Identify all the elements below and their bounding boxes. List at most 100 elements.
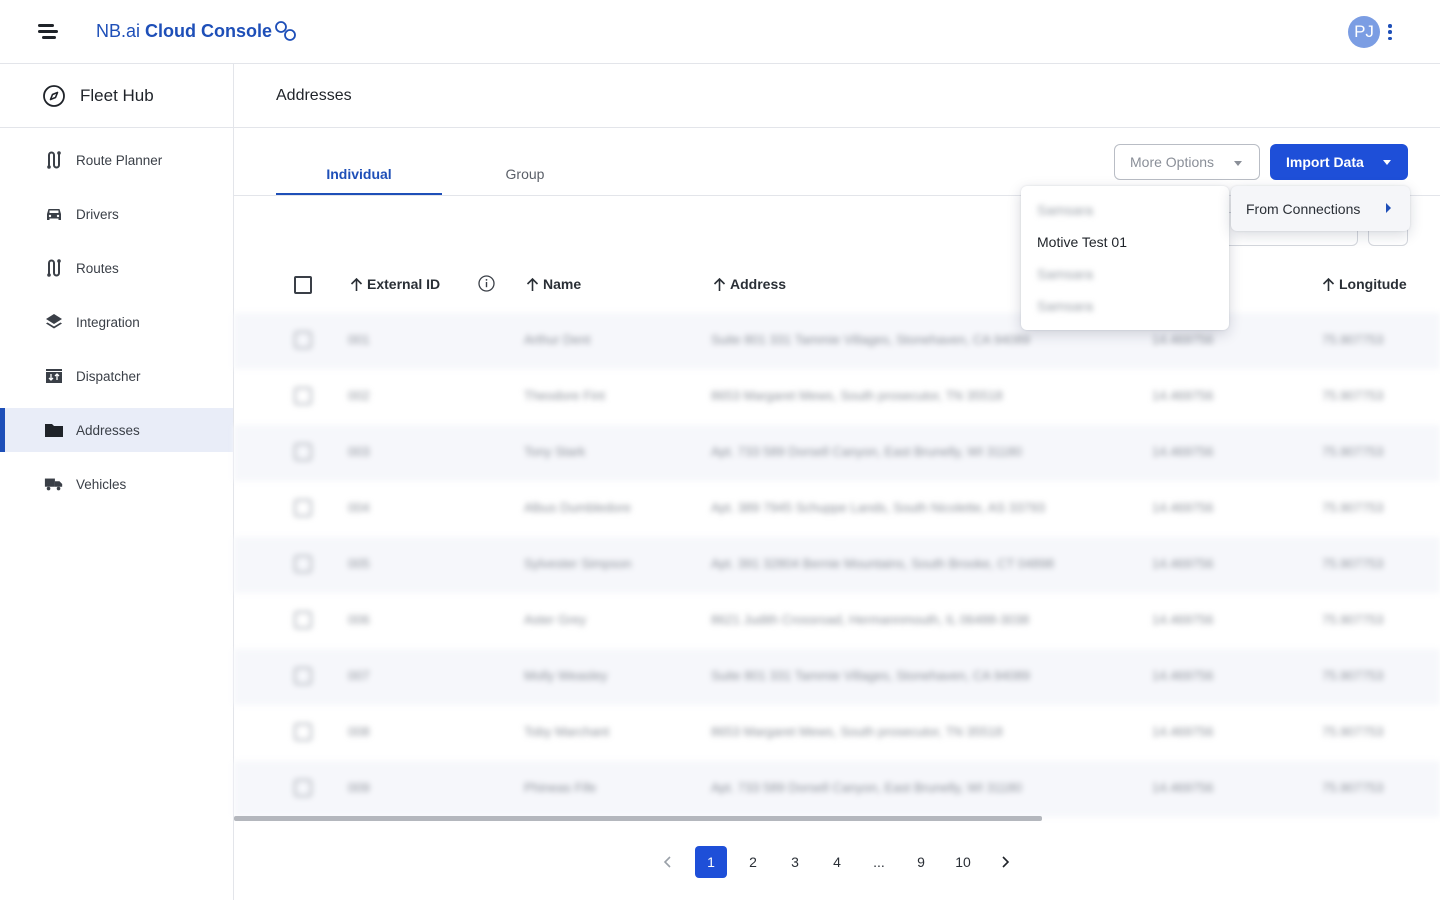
sidebar-item-drivers[interactable]: Drivers [0, 192, 233, 236]
cell-latitude: 14.469756 [1152, 724, 1214, 739]
chevron-left-icon [663, 856, 671, 868]
brand-prefix: NB.ai [96, 20, 141, 41]
cell-address: Apt. 733 589 Dorsell Canyon, East Brunel… [711, 780, 1022, 795]
cell-name: Tony Stark [524, 444, 586, 459]
tab-individual[interactable]: Individual [276, 166, 442, 182]
table-row[interactable]: 007 Molly Weasley Suite 801 331 Tammie V… [234, 649, 1440, 705]
sidebar: Fleet Hub Route Planner Drivers Routes I… [0, 64, 234, 900]
truck-icon [44, 474, 64, 494]
row-checkbox[interactable] [294, 499, 312, 517]
sort-arrow-icon [526, 277, 539, 291]
cell-longitude: 75.907753 [1322, 444, 1384, 459]
cell-latitude: 14.469756 [1152, 612, 1214, 627]
more-options-button[interactable]: More Options [1114, 144, 1260, 180]
sidebar-item-dispatcher[interactable]: Dispatcher [0, 354, 233, 398]
page-header: Addresses [234, 64, 1440, 128]
cell-name: Albus Dumbledore [524, 500, 631, 515]
next-page-button[interactable] [989, 846, 1021, 878]
avatar[interactable]: PJ [1348, 16, 1380, 48]
cell-address: Apt. 389 7945 Schuppe Lands, South Nicol… [711, 500, 1045, 515]
page-button-4[interactable]: 4 [821, 846, 853, 878]
cell-latitude: 14.469756 [1152, 500, 1214, 515]
cell-external-id: 008 [348, 724, 370, 739]
row-checkbox[interactable] [294, 443, 312, 461]
layers-icon [44, 312, 64, 332]
sidebar-item-label: Dispatcher [76, 368, 141, 384]
sidebar-item-routes[interactable]: Routes [0, 246, 233, 290]
select-all-checkbox[interactable] [294, 276, 312, 294]
row-checkbox[interactable] [294, 667, 312, 685]
sidebar-item-integration[interactable]: Integration [0, 300, 233, 344]
car-icon [44, 204, 64, 224]
cell-address: Apt. 391 32804 Bernie Mountains, South B… [711, 556, 1055, 571]
page-button-2[interactable]: 2 [737, 846, 769, 878]
table-row[interactable]: 004 Albus Dumbledore Apt. 389 7945 Schup… [234, 481, 1440, 537]
sidebar-item-vehicles[interactable]: Vehicles [0, 462, 233, 506]
sort-arrow-icon [350, 277, 363, 291]
more-vertical-icon[interactable] [1384, 22, 1396, 42]
cell-address: Suite 801 331 Tammie Villages, Stonehave… [711, 668, 1030, 683]
sidebar-item-label: Vehicles [76, 476, 127, 492]
cell-name: Arthur Dent [524, 332, 591, 347]
more-options-label: More Options [1130, 154, 1215, 170]
table-row[interactable]: 003 Tony Stark Apt. 733 589 Dorsell Cany… [234, 425, 1440, 481]
page-button-9[interactable]: 9 [905, 846, 937, 878]
page-button-1[interactable]: 1 [695, 846, 727, 878]
column-header-name[interactable]: Name [526, 276, 581, 292]
menu-item-connection[interactable]: Samsara [1037, 202, 1093, 218]
top-bar: NB.ai Cloud Console PJ [0, 0, 1440, 64]
row-checkbox[interactable] [294, 723, 312, 741]
cell-external-id: 004 [348, 500, 370, 515]
row-checkbox[interactable] [294, 555, 312, 573]
table-row[interactable]: 008 Toby Marchant 8653 Margaret Mews, So… [234, 705, 1440, 761]
row-checkbox[interactable] [294, 387, 312, 405]
horizontal-scrollbar[interactable] [234, 816, 1042, 821]
table-row[interactable]: 009 Phineas Fife Apt. 733 589 Dorsell Ca… [234, 761, 1440, 817]
tab-group[interactable]: Group [442, 166, 608, 182]
row-checkbox[interactable] [294, 331, 312, 349]
column-label: Address [730, 276, 787, 292]
brand-logo[interactable]: NB.ai Cloud Console [96, 20, 298, 42]
sidebar-item-label: Drivers [76, 206, 119, 222]
route-icon [44, 150, 64, 170]
table-row[interactable]: 005 Sylvester Simpson Apt. 391 32804 Ber… [234, 537, 1440, 593]
table-row[interactable]: 002 Theodore Fint 8653 Margaret Mews, So… [234, 369, 1440, 425]
from-connections-label: From Connections [1246, 200, 1361, 217]
menu-item-connection[interactable]: Samsara [1037, 266, 1093, 282]
column-header-external-id[interactable]: External ID [350, 276, 440, 292]
cell-name: Phineas Fife [524, 780, 597, 795]
cell-name: Aster Grey [524, 612, 587, 627]
table-row[interactable]: 001 Arthur Dent Suite 801 331 Tammie Vil… [234, 313, 1440, 369]
cell-external-id: 001 [348, 332, 370, 347]
cell-address: 8621 Judith Crossroad, Hermannmouth, IL … [711, 612, 1030, 627]
cell-address: 8653 Margaret Mews, South prosecutor, TN… [711, 388, 1003, 403]
active-tab-indicator [276, 193, 442, 195]
sidebar-item-label: Addresses [76, 422, 140, 438]
cell-longitude: 75.907753 [1322, 500, 1384, 515]
row-checkbox[interactable] [294, 611, 312, 629]
import-connections-menu: Samsara Motive Test 01 Samsara Samsara [1021, 186, 1229, 330]
menu-toggle-icon[interactable] [36, 22, 60, 42]
cell-address: Apt. 733 589 Dorsell Canyon, East Brunel… [711, 444, 1022, 459]
column-header-address[interactable]: Address [713, 276, 786, 292]
menu-item-connection[interactable]: Samsara [1037, 298, 1093, 314]
sidebar-item-addresses[interactable]: Addresses [0, 408, 233, 452]
cell-latitude: 14.469756 [1152, 668, 1214, 683]
info-icon[interactable] [478, 275, 495, 292]
table-row[interactable]: 006 Aster Grey 8621 Judith Crossroad, He… [234, 593, 1440, 649]
cell-address: 8653 Margaret Mews, South prosecutor, TN… [711, 724, 1003, 739]
from-connections-menu-item[interactable]: From Connections [1231, 186, 1410, 231]
page-button-3[interactable]: 3 [779, 846, 811, 878]
sidebar-item-route-planner[interactable]: Route Planner [0, 138, 233, 182]
import-data-label: Import Data [1286, 154, 1364, 170]
row-checkbox[interactable] [294, 779, 312, 797]
route-icon [44, 258, 64, 278]
prev-page-button[interactable] [652, 846, 684, 878]
import-data-button[interactable]: Import Data [1270, 144, 1408, 180]
cell-latitude: 14.469756 [1152, 332, 1214, 347]
fleet-hub-header[interactable]: Fleet Hub [0, 64, 233, 128]
menu-item-connection[interactable]: Motive Test 01 [1037, 234, 1127, 250]
cell-longitude: 75.907753 [1322, 332, 1384, 347]
page-button-10[interactable]: 10 [947, 846, 979, 878]
column-header-longitude[interactable]: Longitude [1322, 276, 1407, 292]
